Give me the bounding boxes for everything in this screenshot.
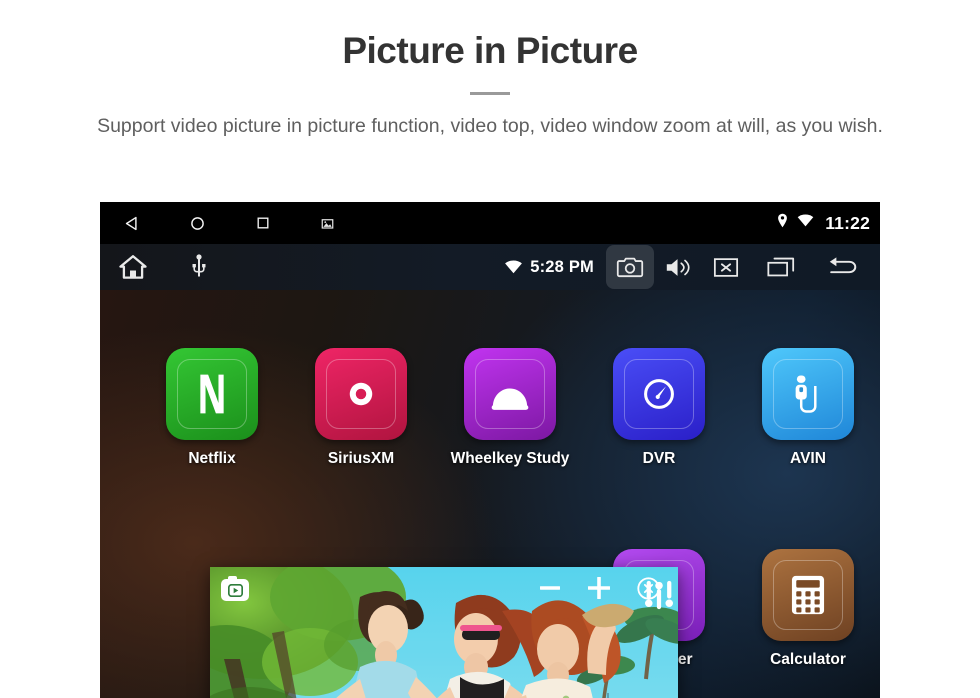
system-clock: 5:28 PM [530, 257, 594, 276]
app-label: SiriusXM [327, 450, 395, 467]
video-player-icon [221, 575, 249, 601]
device-screenshot: 11:22 5:28 PM Netflix SiriusXM Wheelkey … [100, 202, 880, 698]
app-item-netflix[interactable]: Netflix [134, 348, 290, 468]
back-icon[interactable] [100, 202, 165, 244]
app-label: DVR [642, 450, 676, 467]
pip-window-controls [534, 572, 664, 604]
home-outline-icon[interactable] [100, 253, 166, 281]
system-toolbar: 5:28 PM [100, 244, 880, 290]
volume-button[interactable] [654, 244, 702, 290]
siriusxm-icon [315, 348, 407, 440]
app-item-avin[interactable]: AVIN [730, 348, 880, 468]
usb-icon[interactable] [166, 254, 232, 280]
camera-button[interactable] [606, 245, 654, 289]
app-label: AVIN [790, 450, 826, 467]
page-header: Picture in Picture Support video picture… [0, 0, 980, 140]
app-label: Calculator [770, 651, 846, 668]
launcher-home-screen: Netflix SiriusXM Wheelkey Study DVR AVIN… [100, 290, 880, 698]
gauge-icon [613, 348, 705, 440]
recents-button[interactable] [750, 244, 812, 290]
app-label: Netflix [188, 450, 236, 467]
rca-plug-icon [762, 348, 854, 440]
app-item-siriusxm[interactable]: SiriusXM [283, 348, 439, 468]
title-divider [470, 91, 510, 95]
page-subtitle: Support video picture in picture functio… [97, 114, 883, 137]
page-title: Picture in Picture [342, 30, 638, 71]
calculator-icon [762, 549, 854, 641]
recents-icon[interactable] [230, 202, 295, 244]
android-status-bar: 11:22 [100, 202, 880, 244]
picture-in-picture-window[interactable]: seicane [210, 567, 678, 698]
system-toolbar-left [100, 253, 232, 281]
app-item-calculator[interactable]: Calculator [730, 549, 880, 669]
status-bar-nav-group [100, 202, 360, 244]
pip-close-button[interactable] [632, 572, 664, 604]
pip-control-bar [210, 567, 678, 611]
pip-enlarge-button[interactable] [583, 572, 615, 604]
pip-shrink-button[interactable] [534, 572, 566, 604]
status-bar-clock: 11:22 [825, 212, 870, 233]
wheelkey-icon [464, 348, 556, 440]
app-item-wheelkey-study[interactable]: Wheelkey Study [432, 348, 588, 468]
netflix-icon [166, 348, 258, 440]
status-bar-indicators: 11:22 [777, 202, 870, 244]
system-toolbar-right: 5:28 PM [504, 244, 874, 290]
screenshot-icon[interactable] [295, 202, 360, 244]
app-label: Wheelkey Study [450, 450, 570, 467]
close-app-button[interactable] [702, 244, 750, 290]
location-pin-icon [777, 213, 788, 233]
app-item-dvr[interactable]: DVR [581, 348, 737, 468]
back-button[interactable] [812, 244, 874, 290]
home-icon[interactable] [165, 202, 230, 244]
wifi-icon [504, 260, 530, 274]
wifi-icon [797, 214, 814, 232]
